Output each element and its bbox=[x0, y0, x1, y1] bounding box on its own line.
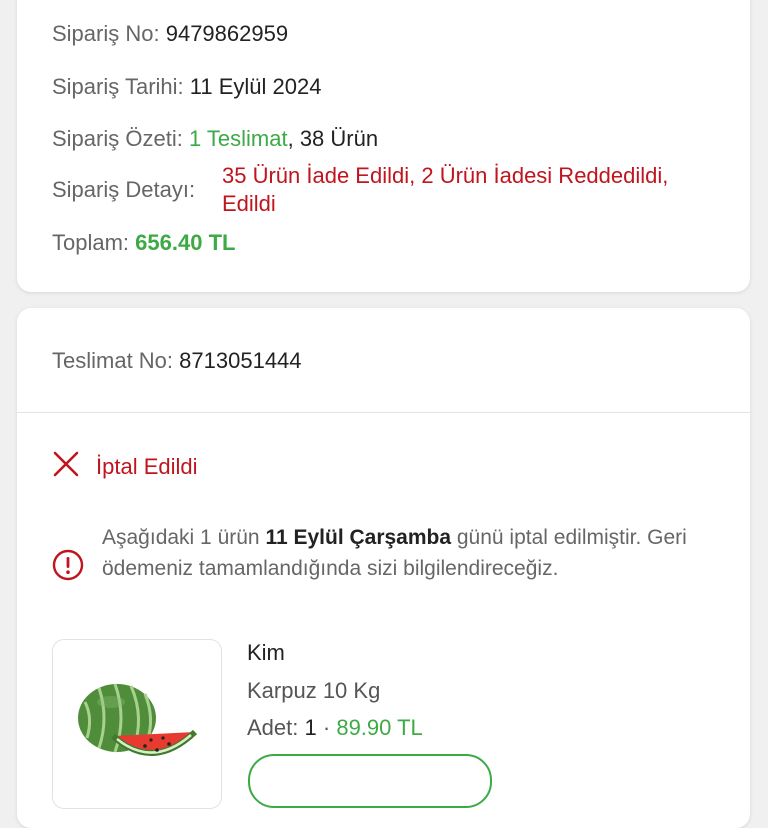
order-detail-label-row: Sipariş Detayı: bbox=[52, 177, 195, 203]
deliveries-link[interactable]: 1 Teslimat bbox=[189, 126, 288, 151]
quantity-label: Adet: bbox=[247, 715, 299, 740]
quantity-value: 1 bbox=[304, 715, 317, 740]
product-price: 89.90 TL bbox=[336, 715, 423, 740]
info-text-date: 11 Eylül Çarşamba bbox=[265, 526, 452, 549]
order-total-label: Toplam: bbox=[52, 230, 130, 255]
cancellation-info-text: Aşağıdaki 1 ürün 11 Eylül Çarşamba günü … bbox=[102, 522, 702, 584]
order-date-value: 11 Eylül 2024 bbox=[189, 74, 322, 99]
product-name[interactable]: Karpuz 10 Kg bbox=[247, 678, 380, 704]
order-date-row: Sipariş Tarihi: 11 Eylül 2024 bbox=[52, 74, 321, 100]
order-overview-label: Sipariş Özeti: bbox=[52, 126, 183, 151]
product-quantity-price: Adet: 1 · 89.90 TL bbox=[247, 715, 423, 741]
order-summary-card: Sipariş No: 9479862959 Sipariş Tarihi: 1… bbox=[17, 0, 750, 292]
watermelon-icon bbox=[78, 683, 198, 757]
order-detail-label: Sipariş Detayı: bbox=[52, 177, 196, 202]
order-detail-value: 35 Ürün İade Edildi, 2 Ürün İadesi Redde… bbox=[222, 162, 668, 218]
order-total-value: 656.40 TL bbox=[135, 230, 236, 255]
delivery-status: İptal Edildi bbox=[52, 450, 198, 483]
order-detail-line-1: 35 Ürün İade Edildi, 2 Ürün İadesi Redde… bbox=[222, 163, 669, 188]
order-total-row: Toplam: 656.40 TL bbox=[52, 230, 235, 256]
order-detail-line-2: Edildi bbox=[222, 191, 276, 216]
close-x-icon bbox=[52, 450, 80, 483]
order-date-label: Sipariş Tarihi: bbox=[52, 74, 184, 99]
delivery-divider bbox=[17, 412, 750, 413]
delivery-number-row: Teslimat No: 8713051444 bbox=[52, 348, 302, 374]
product-brand: Kim bbox=[247, 640, 285, 665]
order-overview-row: Sipariş Özeti: 1 Teslimat, 38 Ürün bbox=[52, 126, 378, 152]
separator-dot: · bbox=[322, 715, 331, 740]
order-number-label: Sipariş No: bbox=[52, 21, 160, 46]
info-circle-icon bbox=[52, 549, 84, 586]
delivery-number-value: 8713051444 bbox=[179, 348, 302, 373]
order-number-value: 9479862959 bbox=[165, 21, 289, 46]
delivery-status-label: İptal Edildi bbox=[96, 453, 198, 479]
order-number-row: Sipariş No: 9479862959 bbox=[52, 21, 288, 47]
delivery-number-label: Teslimat No: bbox=[52, 348, 174, 373]
product-action-button[interactable] bbox=[248, 754, 492, 808]
delivery-card: Teslimat No: 8713051444 İptal Edildi Aşa… bbox=[17, 308, 750, 828]
info-text-pre: Aşağıdaki 1 ürün bbox=[102, 526, 266, 549]
items-count: , 38 Ürün bbox=[287, 126, 379, 151]
product-thumbnail[interactable] bbox=[52, 639, 222, 809]
